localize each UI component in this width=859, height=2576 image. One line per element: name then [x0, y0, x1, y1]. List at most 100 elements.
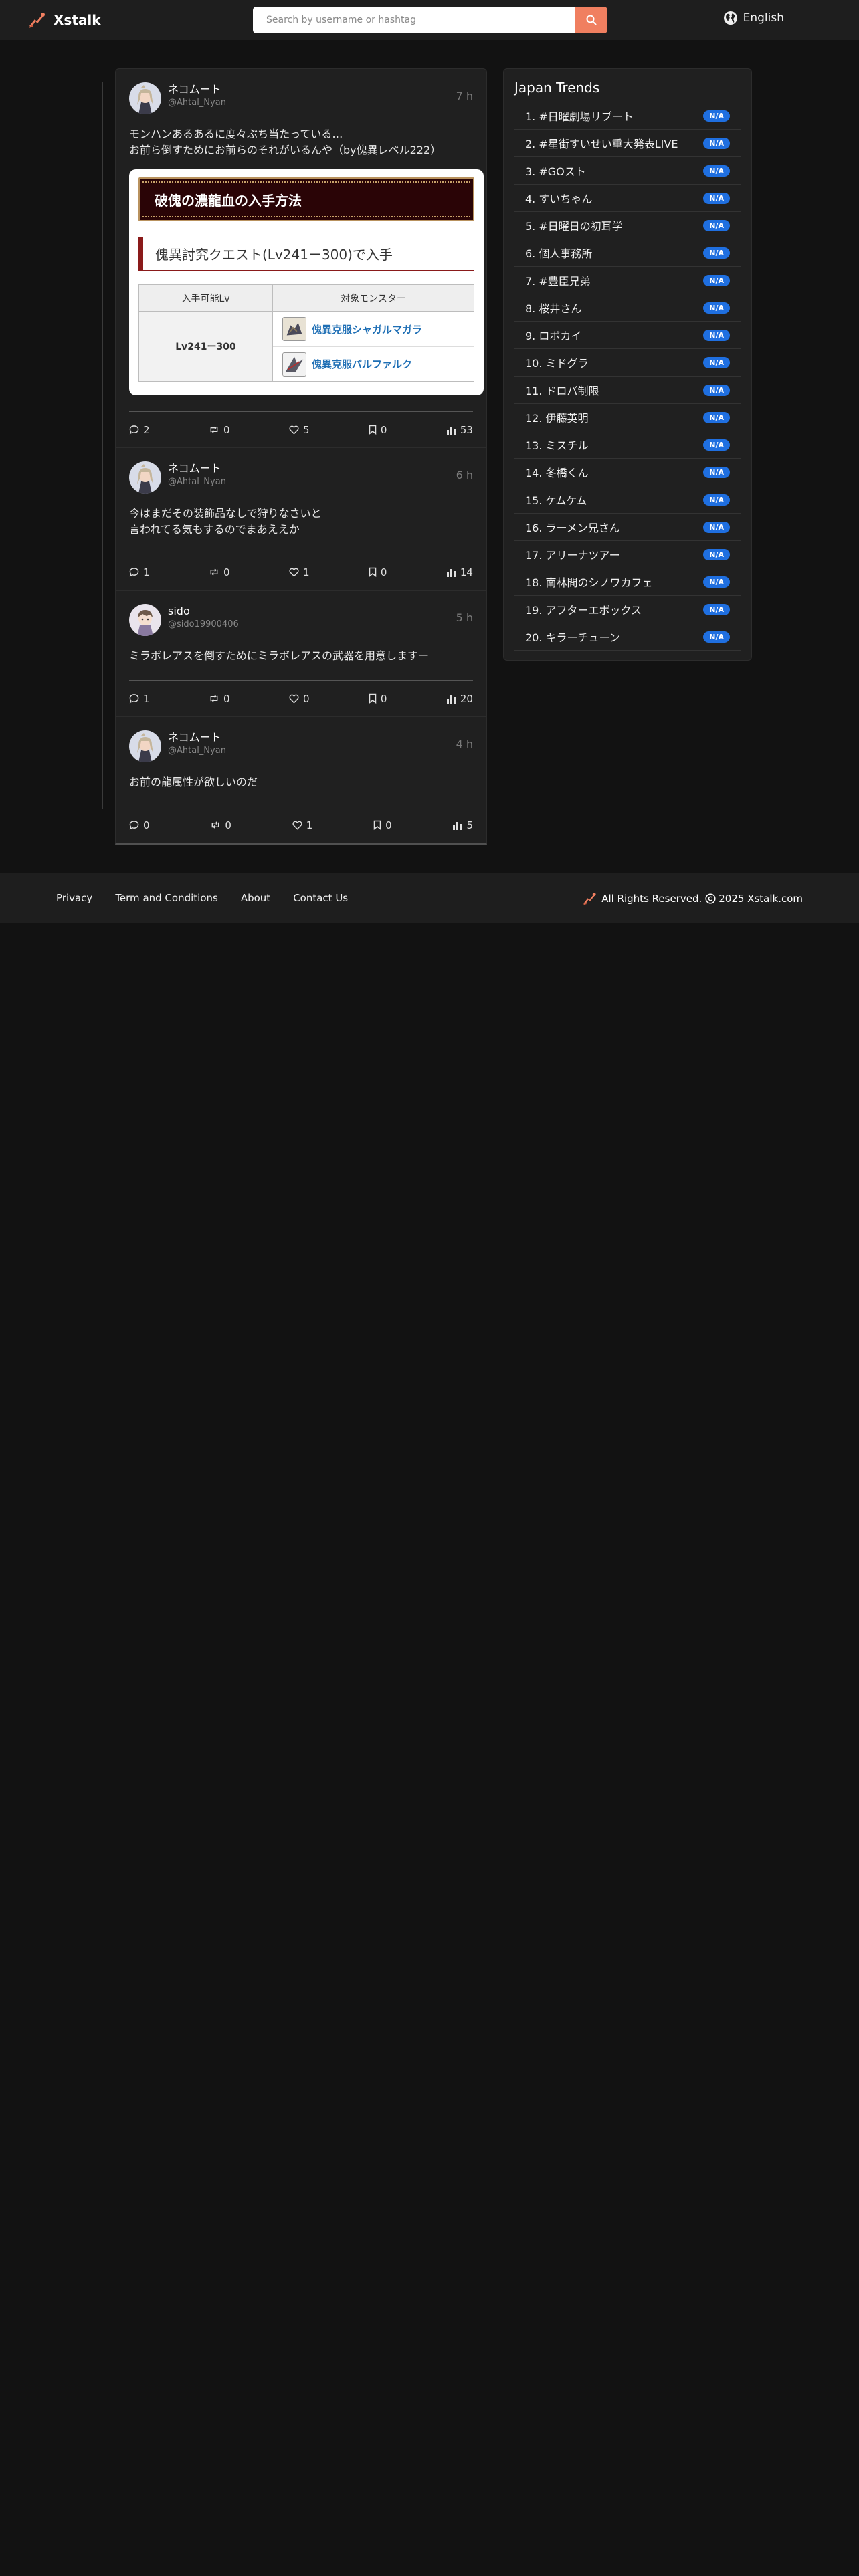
trend-item[interactable]: 17. アリーナツアー N/A	[514, 541, 741, 568]
monster-icon	[282, 352, 306, 377]
trend-item[interactable]: 13. ミスチル N/A	[514, 431, 741, 459]
trend-item[interactable]: 20. キラーチューン N/A	[514, 623, 741, 651]
repost-button[interactable]: 0	[210, 819, 231, 831]
trend-item[interactable]: 3. #GOスト N/A	[514, 157, 741, 185]
table-header-monster: 対象モンスター	[272, 284, 474, 312]
brand-logo[interactable]: Xstalk	[27, 8, 101, 32]
trend-label: 8. 桜井さん	[525, 302, 582, 315]
user-handle[interactable]: @sido19900406	[168, 619, 456, 631]
image-subtitle: 傀異討究クエスト(Lv241ー300)で入手	[138, 237, 474, 271]
search-input[interactable]	[253, 7, 575, 33]
user-handle[interactable]: @Ahtal_Nyan	[168, 97, 456, 109]
post-time: 6 h	[456, 469, 473, 481]
post-image[interactable]: 破傀の濃龍血の入手方法 傀異討究クエスト(Lv241ー300)で入手 入手可能L…	[129, 169, 484, 395]
reply-button[interactable]: 1	[129, 693, 150, 705]
bar-chart-icon	[446, 695, 456, 704]
post[interactable]: ネコムート @Ahtal_Nyan 7 h モンハンあるあるに度々ぶち当たってい…	[116, 69, 486, 448]
trend-label: 20. キラーチューン	[525, 631, 620, 644]
avatar[interactable]	[129, 82, 161, 114]
repost-button[interactable]: 0	[209, 693, 230, 705]
trend-item[interactable]: 11. ドロバ制限 N/A	[514, 377, 741, 404]
trend-item[interactable]: 2. #星街すいせい重大発表LIVE N/A	[514, 130, 741, 157]
copyright-text: 2025 Xstalk.com	[719, 893, 803, 905]
footer: Privacy Term and Conditions About Contac…	[0, 873, 859, 923]
reply-button[interactable]: 0	[129, 819, 150, 831]
trend-item[interactable]: 1. #日曜劇場リブート N/A	[514, 102, 741, 130]
trend-item[interactable]: 6. 個人事務所 N/A	[514, 239, 741, 267]
trend-item[interactable]: 9. ロボカイ N/A	[514, 322, 741, 349]
post[interactable]: ネコムート @Ahtal_Nyan 6 h 今はまだその装飾品なしで狩りなさいと…	[116, 448, 486, 591]
username[interactable]: ネコムート	[168, 82, 456, 97]
trend-item[interactable]: 16. ラーメン兄さん N/A	[514, 514, 741, 541]
footer-link-terms[interactable]: Term and Conditions	[115, 892, 218, 904]
avatar[interactable]	[129, 461, 161, 494]
heart-icon	[289, 425, 299, 435]
bookmark-button[interactable]: 0	[369, 424, 387, 436]
bookmark-count: 0	[385, 819, 392, 831]
language-selector[interactable]: English	[723, 11, 784, 25]
like-count: 1	[306, 819, 313, 831]
username[interactable]: ネコムート	[168, 730, 456, 745]
like-button[interactable]: 1	[289, 566, 309, 578]
username[interactable]: ネコムート	[168, 461, 456, 476]
post-actions: 0 0 1 0 5	[129, 807, 473, 843]
trend-label: 11. ドロバ制限	[525, 385, 599, 397]
heart-icon	[289, 694, 299, 704]
footer-link-about[interactable]: About	[241, 892, 270, 904]
view-count: 53	[460, 423, 473, 436]
search-bar	[253, 7, 607, 33]
like-count: 0	[302, 692, 310, 705]
post[interactable]: sido @sido19900406 5 h ミラボレアスを倒すためにミラボレア…	[116, 591, 486, 717]
user-handle[interactable]: @Ahtal_Nyan	[168, 476, 456, 488]
trend-badge: N/A	[703, 302, 730, 314]
avatar[interactable]	[129, 604, 161, 636]
trend-item[interactable]: 7. #豊臣兄弟 N/A	[514, 267, 741, 294]
search-icon	[586, 15, 597, 25]
bookmark-button[interactable]: 0	[369, 566, 387, 578]
trend-badge: N/A	[703, 548, 730, 560]
trend-item[interactable]: 19. アフターエポックス N/A	[514, 596, 741, 623]
trend-item[interactable]: 8. 桜井さん N/A	[514, 294, 741, 322]
language-label: English	[743, 11, 784, 25]
post[interactable]: ネコムート @Ahtal_Nyan 4 h お前の龍属性が欲しいのだ 0 0 1…	[116, 717, 486, 843]
footer-link-contact[interactable]: Contact Us	[293, 892, 348, 904]
trend-item[interactable]: 18. 南林間のシノワカフェ N/A	[514, 568, 741, 596]
anime-character-avatar-icon	[129, 730, 161, 762]
avatar[interactable]	[129, 730, 161, 762]
image-banner: 破傀の濃龍血の入手方法	[138, 177, 474, 221]
bookmark-button[interactable]: 0	[373, 819, 392, 831]
reply-count: 0	[143, 819, 150, 831]
trend-label: 7. #豊臣兄弟	[525, 275, 591, 288]
trend-item[interactable]: 5. #日曜日の初耳学 N/A	[514, 212, 741, 239]
reply-button[interactable]: 1	[129, 566, 150, 578]
like-button[interactable]: 1	[292, 819, 313, 831]
repost-button[interactable]: 0	[209, 566, 230, 578]
trend-item[interactable]: 4. すいちゃん N/A	[514, 185, 741, 212]
repost-button[interactable]: 0	[209, 424, 230, 436]
repost-count: 0	[225, 819, 231, 831]
post-actions: 2 0 5 0 53	[129, 411, 473, 447]
trend-item[interactable]: 15. ケムケム N/A	[514, 486, 741, 514]
repost-icon	[210, 568, 218, 576]
timeline-line	[102, 82, 103, 809]
post-text: モンハンあるあるに度々ぶち当たっている… お前ら倒すためにお前らのそれがいるんや…	[129, 128, 442, 156]
comment-icon	[129, 568, 139, 577]
user-handle[interactable]: @Ahtal_Nyan	[168, 745, 456, 757]
views-stat: 20	[446, 693, 473, 705]
trend-item[interactable]: 10. ミドグラ N/A	[514, 349, 741, 377]
trend-badge: N/A	[703, 411, 730, 423]
username[interactable]: sido	[168, 604, 456, 619]
post-actions: 1 0 0 0 20	[129, 680, 473, 716]
search-button[interactable]	[575, 7, 607, 33]
trend-item[interactable]: 14. 冬橋くん N/A	[514, 459, 741, 486]
post-feed: ネコムート @Ahtal_Nyan 7 h モンハンあるあるに度々ぶち当たってい…	[115, 68, 487, 845]
trend-item[interactable]: 12. 伊藤英明 N/A	[514, 404, 741, 431]
bird-logo-icon	[29, 13, 45, 28]
bookmark-button[interactable]: 0	[369, 693, 387, 705]
reply-button[interactable]: 2	[129, 424, 150, 436]
footer-link-privacy[interactable]: Privacy	[56, 892, 92, 904]
like-button[interactable]: 0	[289, 692, 310, 705]
reply-count: 1	[143, 692, 150, 705]
trend-label: 6. 個人事務所	[525, 247, 593, 260]
like-button[interactable]: 5	[289, 424, 309, 436]
